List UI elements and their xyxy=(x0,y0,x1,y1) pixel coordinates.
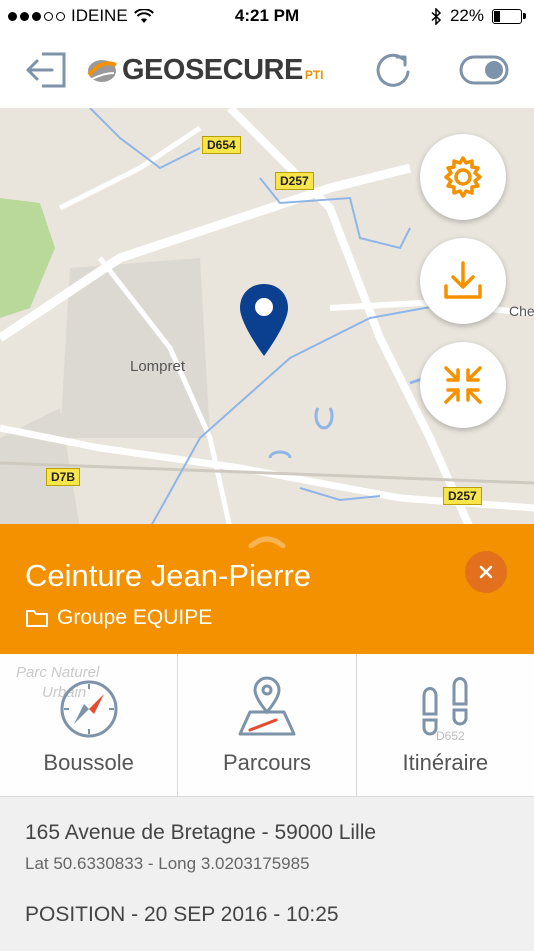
refresh-button[interactable] xyxy=(372,50,416,90)
mode-toggle[interactable] xyxy=(458,50,510,90)
collapse-arrows-icon xyxy=(444,366,482,404)
map-view[interactable]: D654 D257 D7B D257 Lompret Che xyxy=(0,108,534,528)
brand-suffix: PTI xyxy=(304,67,324,82)
place-label-che: Che xyxy=(509,303,534,319)
battery-percent: 22% xyxy=(449,6,484,25)
place-label-lompret: Lompret xyxy=(130,358,186,375)
road-label-d257-bottom: D257 xyxy=(443,487,482,505)
download-button[interactable] xyxy=(420,238,506,324)
device-group[interactable]: Groupe EQUIPE xyxy=(25,606,212,630)
footsteps-icon xyxy=(422,677,468,736)
itinerary-label: Itinéraire xyxy=(402,750,489,775)
app-header: GEOSECURE PTI xyxy=(0,32,534,108)
logout-icon xyxy=(26,52,66,88)
folder-icon xyxy=(26,610,48,627)
close-panel-button[interactable] xyxy=(465,551,507,593)
route-history-label: Parcours xyxy=(222,750,312,775)
device-name: Ceinture Jean-Pierre xyxy=(25,558,312,593)
route-history-button[interactable]: Parcours xyxy=(178,654,357,796)
settings-button[interactable] xyxy=(420,134,506,220)
position-timestamp: POSITION - 20 SEP 2016 - 10:25 xyxy=(25,903,339,926)
compass-icon xyxy=(60,680,118,738)
device-panel[interactable]: Ceinture Jean-Pierre Groupe EQUIPE xyxy=(0,524,534,654)
collapse-button[interactable] xyxy=(420,342,506,428)
download-icon xyxy=(444,261,482,299)
road-label-d654: D654 xyxy=(202,136,241,154)
brand-name: GEOSECURE xyxy=(122,54,303,86)
battery-icon xyxy=(492,8,526,24)
road-label-d7b: D7B xyxy=(46,468,81,486)
geosecure-logo: GEOSECURE PTI xyxy=(86,54,324,87)
status-right: 22% xyxy=(431,6,526,26)
bluetooth-icon xyxy=(431,7,442,25)
address-text: 165 Avenue de Bretagne - 59000 Lille xyxy=(25,821,377,844)
itinerary-button[interactable]: Itinéraire xyxy=(357,654,534,796)
status-bar: IDEINE 4:21 PM 22% xyxy=(0,0,534,32)
refresh-icon xyxy=(376,53,410,87)
logout-button[interactable] xyxy=(24,50,68,90)
logo-globe-icon xyxy=(87,59,117,82)
compass-button[interactable]: Boussole xyxy=(0,654,179,796)
close-icon xyxy=(479,565,493,579)
coordinates-text: Lat 50.6330833 - Long 3.0203175985 xyxy=(25,854,310,873)
action-bar: Parc Naturel Urbain D652 Boussole Parcou… xyxy=(0,654,534,796)
gear-icon xyxy=(444,156,482,198)
location-pin-icon[interactable] xyxy=(238,282,290,358)
device-group-label: Groupe EQUIPE xyxy=(57,606,213,629)
road-label-d257: D257 xyxy=(275,172,314,190)
panel-handle-icon[interactable] xyxy=(248,534,286,548)
toggle-icon xyxy=(459,55,509,85)
map-route-icon xyxy=(238,676,296,736)
position-info: 165 Avenue de Bretagne - 59000 Lille Lat… xyxy=(0,796,534,951)
compass-label: Boussole xyxy=(43,750,134,775)
